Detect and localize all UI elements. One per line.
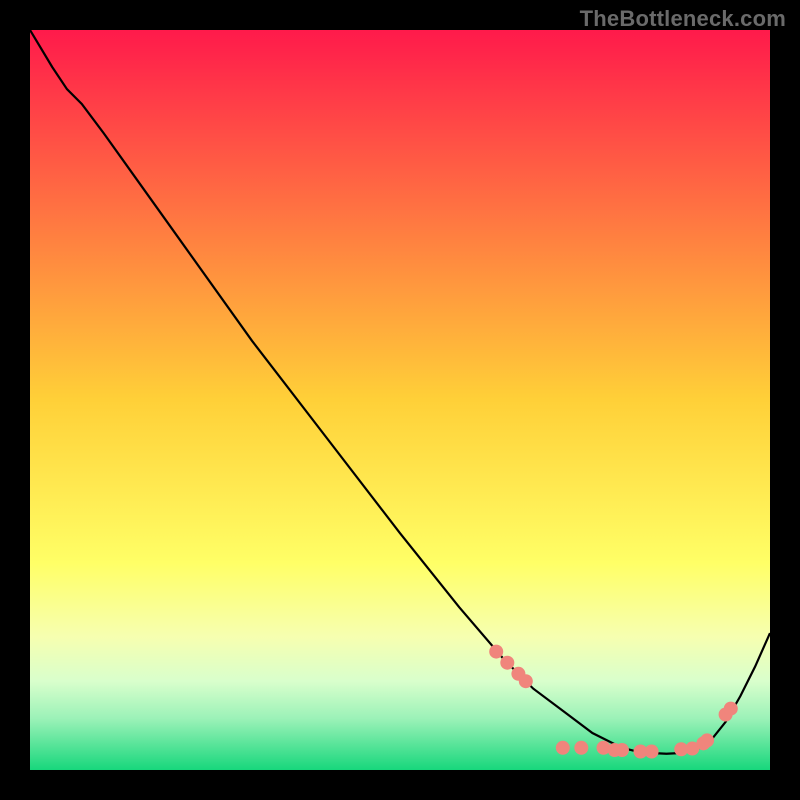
data-marker <box>645 745 659 759</box>
watermark-label: TheBottleneck.com <box>580 6 786 32</box>
bottleneck-chart <box>30 30 770 770</box>
data-marker <box>574 741 588 755</box>
data-marker <box>615 743 629 757</box>
plot-area <box>30 30 770 770</box>
data-marker <box>489 645 503 659</box>
chart-container: TheBottleneck.com <box>0 0 800 800</box>
data-marker <box>519 674 533 688</box>
data-marker <box>556 741 570 755</box>
data-marker <box>724 702 738 716</box>
gradient-background <box>30 30 770 770</box>
data-marker <box>700 733 714 747</box>
data-marker <box>500 656 514 670</box>
